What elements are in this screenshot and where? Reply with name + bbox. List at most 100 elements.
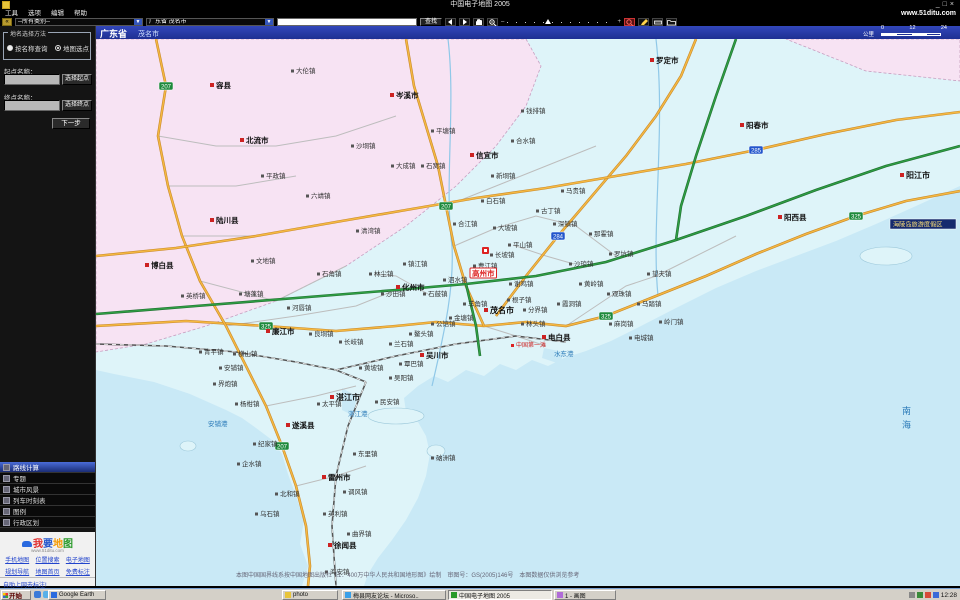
radio-by-map-label: 地图选点 xyxy=(63,43,89,53)
town-marker xyxy=(351,145,354,148)
sidebar-item-路线计算[interactable]: 路线计算 xyxy=(0,462,95,473)
select-end-button[interactable]: 选择终点 xyxy=(62,100,92,111)
menu-item-2[interactable]: 编辑 xyxy=(46,10,69,18)
chevron-down-icon[interactable]: ▼ xyxy=(265,19,273,25)
task-icon xyxy=(345,592,351,598)
collapse-panel-button[interactable]: « xyxy=(2,18,12,26)
city-label: 茂名市 xyxy=(138,29,159,39)
map-town-label: 长岐镇 xyxy=(344,337,364,346)
search-button[interactable]: 查找 xyxy=(420,18,442,26)
town-marker xyxy=(553,223,556,226)
map-town-label: 合水镇 xyxy=(516,136,536,145)
region-select-value: 广东省 茂名市 xyxy=(147,19,189,25)
promo-link-规划导航[interactable]: 规划导航 xyxy=(2,567,32,576)
city-marker xyxy=(484,308,488,312)
task-button-1 - 画图[interactable]: 1 - 画图 xyxy=(554,590,616,600)
next-step-button[interactable]: 下一步 xyxy=(52,118,90,129)
task-button-Google Earth[interactable]: Google Earth xyxy=(48,590,106,600)
chevron-down-icon[interactable]: ▼ xyxy=(134,19,142,25)
menu-item-1[interactable]: 选项 xyxy=(23,10,46,18)
forward-arrow-icon[interactable] xyxy=(459,18,470,26)
radio-dot-selected[interactable] xyxy=(55,45,61,51)
radio-by-map[interactable]: 地图选点 xyxy=(55,43,89,53)
map-town-label: 根子镇 xyxy=(512,295,532,304)
network-icon[interactable] xyxy=(917,592,923,598)
task-button-中国电子地图 2005[interactable]: 中国电子地图 2005 xyxy=(448,590,552,600)
volume-icon[interactable] xyxy=(909,592,915,598)
search-input[interactable] xyxy=(277,18,417,26)
maximize-button[interactable]: □ xyxy=(943,1,950,8)
zoom-slider-track[interactable] xyxy=(507,22,615,23)
promo-link-手机地图[interactable]: 手机地图 xyxy=(2,555,32,564)
task-label: photo xyxy=(293,592,308,598)
input-method-icon[interactable] xyxy=(933,592,939,598)
town-marker xyxy=(343,491,346,494)
hand-pan-icon[interactable] xyxy=(473,18,484,26)
zoom-out-icon[interactable] xyxy=(487,18,498,26)
town-marker xyxy=(251,260,254,263)
antivirus-icon[interactable] xyxy=(925,592,931,598)
town-marker xyxy=(557,303,560,306)
show-desktop-icon[interactable] xyxy=(34,591,41,598)
start-button[interactable]: 开始 xyxy=(1,590,31,600)
zoom-slider-handle[interactable] xyxy=(545,19,551,24)
zoom-in-red-icon[interactable] xyxy=(624,18,635,26)
menu-item-0[interactable]: 工具 xyxy=(0,10,23,18)
map-town-label: 望夫镇 xyxy=(652,269,672,278)
back-arrow-icon[interactable] xyxy=(445,18,456,26)
select-start-button[interactable]: 选择起点 xyxy=(62,74,92,85)
clock: 12:28 xyxy=(941,592,957,599)
map-city-label: 茂名市 xyxy=(490,305,514,315)
map-town-label: 马贵镇 xyxy=(566,186,586,195)
promo-link-地图首页[interactable]: 地图首页 xyxy=(32,567,62,576)
promo-link-位置搜索[interactable]: 位置搜索 xyxy=(32,555,62,564)
sidebar-item-行政区划[interactable]: 行政区划 xyxy=(0,517,95,528)
window-titlebar[interactable]: 中国电子地图 2005 _□× xyxy=(0,0,960,10)
folder-icon[interactable] xyxy=(666,18,677,26)
city-marker xyxy=(328,543,332,547)
map-town-label: 曲界镇 xyxy=(352,529,372,538)
town-marker xyxy=(481,200,484,203)
town-marker xyxy=(637,303,640,306)
zoom-slider[interactable]: – + xyxy=(501,18,621,26)
start-name-input[interactable] xyxy=(4,74,60,85)
map-city-label: 徐闻县 xyxy=(333,540,357,550)
sidebar-item-专题[interactable]: 专题 xyxy=(0,473,95,484)
radio-by-name[interactable]: 按名称查询 xyxy=(7,43,48,53)
region-select[interactable]: 广东省 茂名市 ▼ xyxy=(146,18,274,26)
sidebar-item-icon xyxy=(3,497,10,504)
sidebar-item-列车时刻表[interactable]: 列车时刻表 xyxy=(0,495,95,506)
category-select[interactable]: --所有类别--▼ xyxy=(15,18,143,26)
map-canvas[interactable]: 325325325207207207284285大伦镇沙垌镇六靖镇清湾镇文地镇英… xyxy=(96,39,960,586)
ruler-icon[interactable] xyxy=(652,18,663,26)
window-controls[interactable]: _□× xyxy=(936,0,957,10)
promo-link-电子地图[interactable]: 电子地图 xyxy=(63,555,93,564)
map-viewport[interactable]: 广东省 茂名市 公里 01224 32532532520720720728428… xyxy=(95,26,960,586)
sidebar-item-icon xyxy=(3,464,10,471)
map-town-label: 鳌头镇 xyxy=(414,329,434,338)
task-icon xyxy=(557,592,563,598)
map-town-label: 吴阳镇 xyxy=(394,373,414,382)
radio-dot[interactable] xyxy=(7,45,13,51)
map-town-label: 电城镇 xyxy=(634,333,654,342)
close-button[interactable]: × xyxy=(950,1,957,8)
town-marker xyxy=(490,254,493,257)
site-url: www.51ditu.com xyxy=(901,10,956,18)
town-marker xyxy=(431,323,434,326)
car-icon xyxy=(22,541,32,547)
sidebar-item-图例[interactable]: 图例 xyxy=(0,506,95,517)
sidebar-item-城市风景[interactable]: 城市风景 xyxy=(0,484,95,495)
promo-link-免费标注[interactable]: 免费标注 xyxy=(63,567,93,576)
map-town-label: 泗水镇 xyxy=(448,275,468,284)
task-button-photo[interactable]: photo xyxy=(282,590,338,600)
minimize-button[interactable]: _ xyxy=(936,1,943,8)
task-button-梅县网友论坛 - Microso..[interactable]: 梅县网友论坛 - Microso.. xyxy=(342,590,446,600)
map-city-label: 湛江市 xyxy=(336,392,360,402)
town-marker xyxy=(463,303,466,306)
menu-item-3[interactable]: 帮助 xyxy=(69,10,92,18)
map-town-label: 霞洞镇 xyxy=(562,299,582,308)
pencil-icon[interactable] xyxy=(638,18,649,26)
town-marker xyxy=(629,337,632,340)
city-marker xyxy=(778,215,782,219)
end-name-input[interactable] xyxy=(4,100,60,111)
